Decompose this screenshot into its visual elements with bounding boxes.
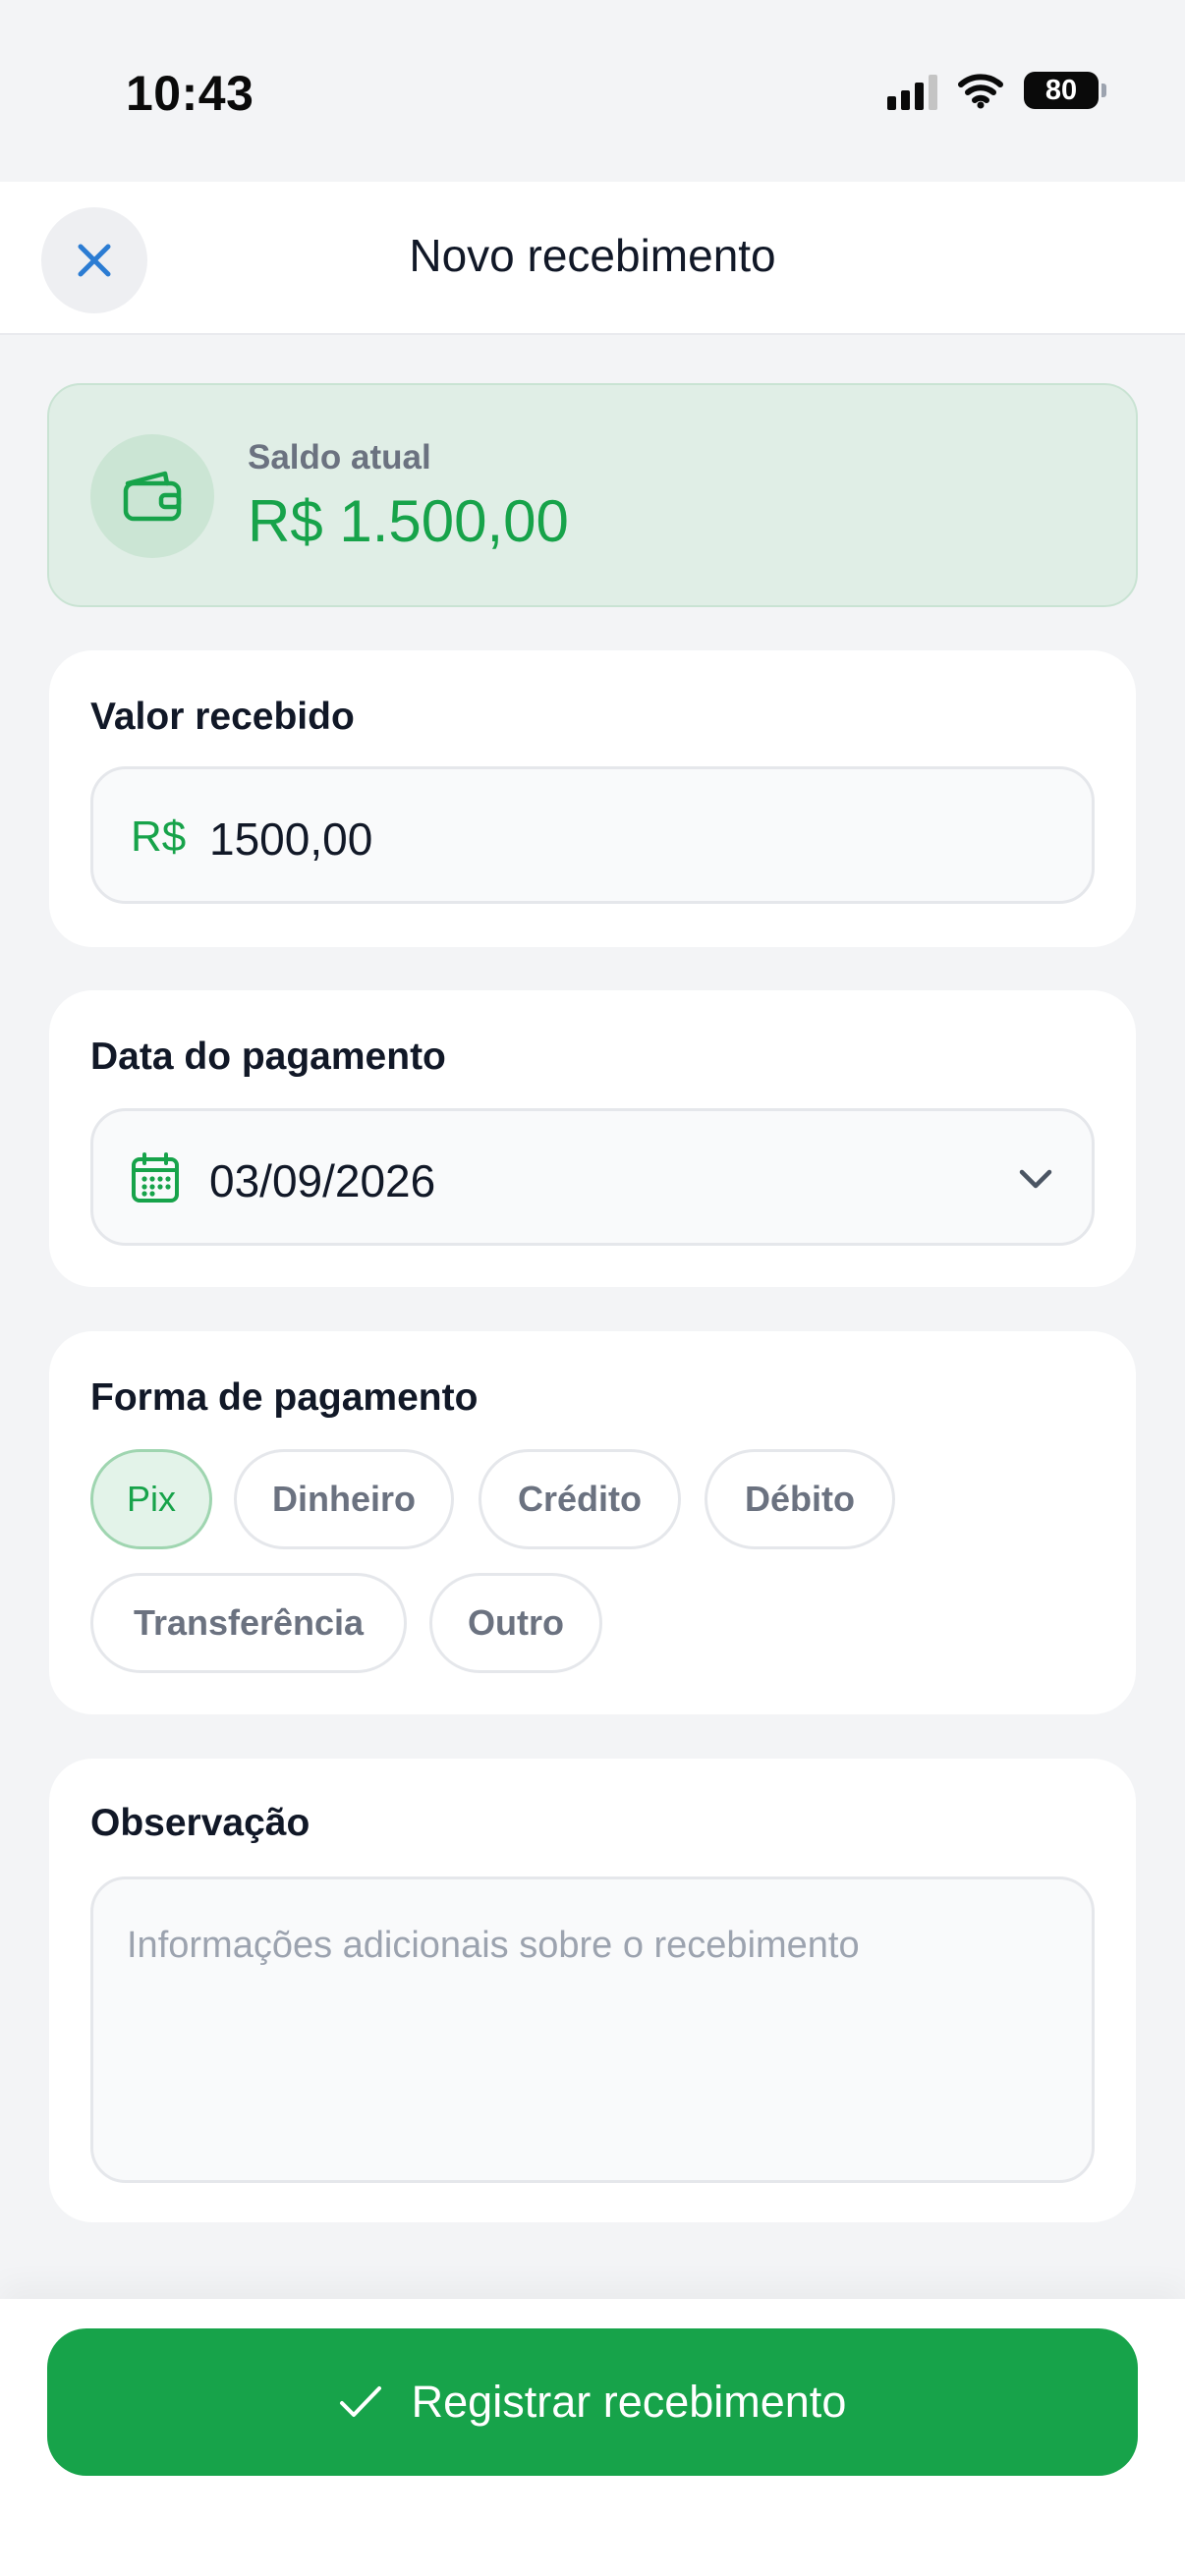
amount-value: 1500,00 [209,813,373,865]
calendar-icon [132,1152,179,1203]
payment-method-card: Forma de pagamento Pix Dinheiro Crédito … [49,1331,1136,1714]
check-icon [339,2386,381,2417]
payment-date-card: Data do pagamento 03/09/2026 [49,990,1136,1287]
payment-option-dinheiro[interactable]: Dinheiro [234,1449,454,1549]
currency-prefix: R$ [131,812,187,861]
note-placeholder: Informações adicionais sobre o recebimen… [127,1925,860,1966]
wallet-icon-container [90,434,214,558]
wifi-icon [958,74,1003,109]
register-payment-button[interactable]: Registrar recebimento [47,2328,1138,2476]
status-bar: 10:43 80 [0,0,1185,182]
status-icons: 80 [887,71,1106,110]
signal-icon [887,71,937,110]
payment-option-outro[interactable]: Outro [429,1573,602,1673]
amount-input[interactable]: R$ 1500,00 [90,766,1095,904]
battery-level: 80 [1044,74,1078,106]
payment-method-label: Forma de pagamento [90,1376,479,1419]
status-time: 10:43 [126,66,254,121]
header: Novo recebimento [0,182,1185,335]
payment-date-picker[interactable]: 03/09/2026 [90,1108,1095,1246]
note-label: Observação [90,1802,310,1844]
payment-date-value: 03/09/2026 [209,1155,436,1206]
payment-option-transferencia[interactable]: Transferência [90,1573,407,1673]
note-textarea[interactable]: Informações adicionais sobre o recebimen… [90,1876,1095,2183]
balance-label: Saldo atual [248,438,431,476]
footer: Registrar recebimento [0,2299,1185,2576]
page-title: Novo recebimento [409,230,776,281]
payment-date-label: Data do pagamento [90,1036,446,1078]
payment-option-credito[interactable]: Crédito [479,1449,681,1549]
balance-card: Saldo atual R$ 1.500,00 [47,383,1138,607]
register-payment-label: Registrar recebimento [411,2377,847,2427]
battery-icon: 80 [1024,72,1106,109]
amount-label: Valor recebido [90,696,355,738]
wallet-icon [123,471,182,522]
note-card: Observação Informações adicionais sobre … [49,1759,1136,2222]
amount-card: Valor recebido R$ 1500,00 [49,650,1136,947]
chevron-down-icon [1019,1169,1052,1189]
payment-option-debito[interactable]: Débito [705,1449,895,1549]
payment-option-pix[interactable]: Pix [90,1449,212,1549]
balance-value: R$ 1.500,00 [248,488,569,554]
